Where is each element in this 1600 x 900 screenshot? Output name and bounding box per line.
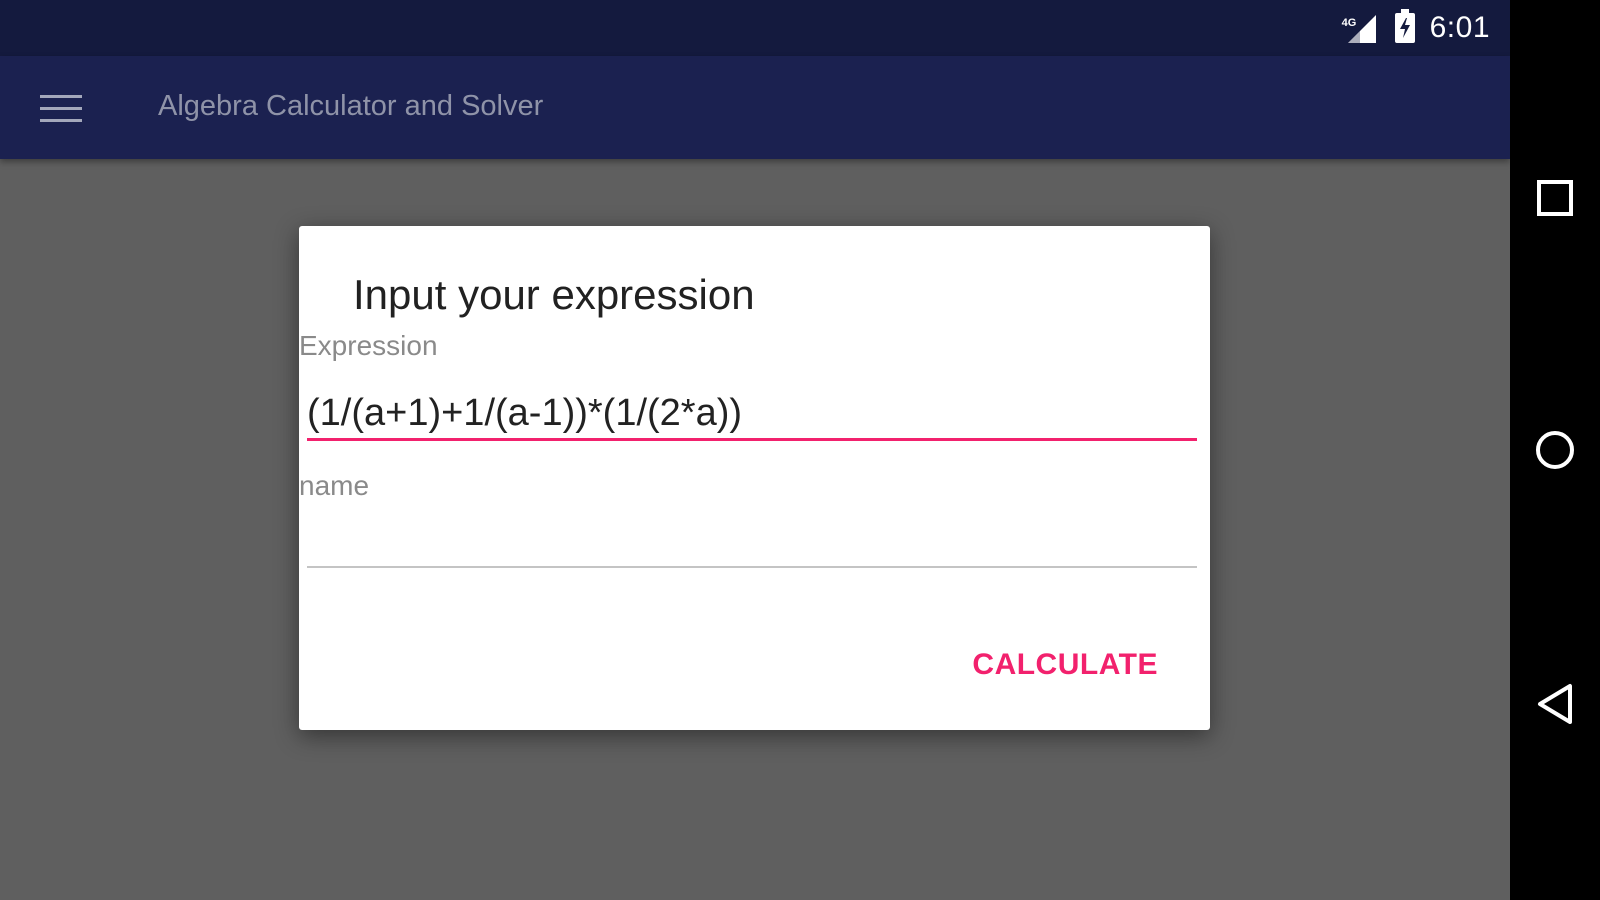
circle-home-icon[interactable] [1527, 422, 1583, 478]
hamburger-menu-icon[interactable] [26, 79, 96, 139]
expression-input[interactable] [307, 388, 1197, 441]
status-icons: 4G 6:01 [1342, 0, 1490, 56]
system-navigation-bar [1510, 0, 1600, 900]
name-field-label: name [299, 470, 370, 501]
square-recents-icon[interactable] [1527, 170, 1583, 226]
dialog-title: Input your expression [353, 271, 755, 318]
expression-dialog: Input your expression Expression name CA… [299, 226, 1210, 730]
app-screen: 4G 6:01 Algebra Calculator and Solver In… [0, 0, 1510, 900]
signal-icon: 4G [1342, 11, 1380, 45]
app-toolbar: Algebra Calculator and Solver [0, 56, 1510, 159]
triangle-back-icon[interactable] [1527, 676, 1583, 732]
status-bar: 4G 6:01 [0, 0, 1510, 56]
name-input[interactable] [307, 516, 1197, 568]
battery-icon [1394, 8, 1416, 48]
clock-time: 6:01 [1429, 11, 1490, 44]
expression-field-label: Expression [299, 330, 438, 361]
app-title: Algebra Calculator and Solver [158, 90, 544, 122]
calculate-button[interactable]: CALCULATE [964, 644, 1166, 686]
